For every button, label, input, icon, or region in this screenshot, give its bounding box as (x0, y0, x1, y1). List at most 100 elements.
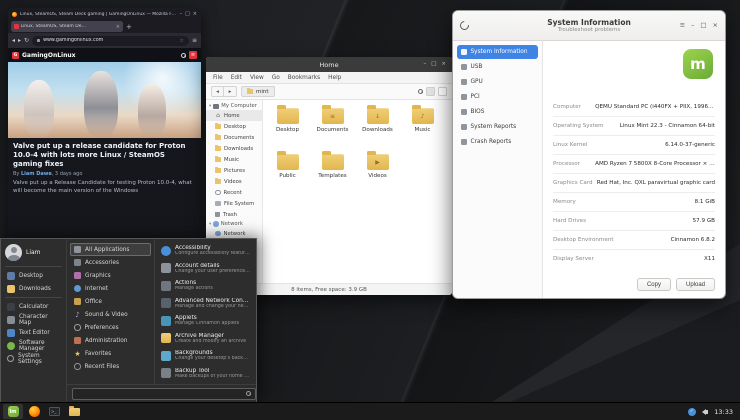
app-actions[interactable]: ActionsManage actions (159, 277, 252, 295)
app-account-details[interactable]: Account detailsChange your user preferen… (159, 260, 252, 278)
nav-system-information[interactable]: System Information (457, 45, 538, 59)
category-administration[interactable]: Administration (70, 334, 151, 347)
expander-icon[interactable] (209, 222, 211, 227)
app-menu-icon[interactable] (192, 37, 197, 44)
file-manager-titlebar[interactable]: Home (206, 57, 452, 72)
sidebar-item-documents[interactable]: Documents (206, 132, 262, 143)
maximize-button[interactable] (700, 22, 706, 29)
menu-view[interactable]: View (250, 75, 264, 81)
favorite-software-manager[interactable]: Software Manager (5, 339, 62, 352)
volume-icon[interactable] (702, 409, 709, 415)
category-all-applications[interactable]: All Applications (70, 243, 151, 256)
menu-file[interactable]: File (213, 75, 223, 81)
category-graphics[interactable]: Graphics (70, 269, 151, 282)
forward-button[interactable] (18, 37, 21, 44)
folder-templates[interactable]: Templates (310, 154, 355, 200)
author-link[interactable]: Liam Dawe (21, 171, 52, 177)
list-view-toggle[interactable] (438, 87, 447, 96)
user-block[interactable]: Liam (5, 244, 62, 261)
sidebar-item-music[interactable]: Music (206, 154, 262, 165)
my-computer-section[interactable]: My Computer (206, 102, 262, 110)
category-internet[interactable]: Internet (70, 282, 151, 295)
app-advanced-network-configuration[interactable]: Advanced Network ConfigurationManage and… (159, 295, 252, 313)
favorite-calculator[interactable]: Calculator (5, 300, 62, 313)
category-sound-video[interactable]: Sound & Video (70, 308, 151, 321)
url-bar[interactable]: www.gamingonlinux.com (32, 36, 189, 46)
folder-documents[interactable]: Documents (310, 108, 355, 154)
clock[interactable]: 13:33 (714, 408, 733, 416)
category-recent-files[interactable]: Recent Files (70, 360, 151, 373)
close-button[interactable] (441, 62, 446, 68)
minimize-button[interactable] (180, 12, 183, 17)
menu-bookmarks[interactable]: Bookmarks (288, 75, 320, 81)
minimize-button[interactable] (423, 62, 426, 68)
sidebar-item-videos[interactable]: Videos (206, 176, 262, 187)
sidebar-item-home[interactable]: Home (206, 110, 262, 121)
nav-crash-reports[interactable]: Crash Reports (457, 135, 538, 149)
article-image[interactable] (8, 62, 201, 138)
close-button[interactable] (713, 22, 718, 29)
nav-gpu[interactable]: GPU (457, 75, 538, 89)
folder-desktop[interactable]: Desktop (265, 108, 310, 154)
search-icon[interactable] (417, 89, 423, 95)
category-accessories[interactable]: Accessories (70, 256, 151, 269)
app-applets[interactable]: AppletsManage Cinnamon applets (159, 312, 252, 330)
maximize-button[interactable] (431, 62, 436, 68)
forward-button[interactable] (224, 86, 237, 97)
expander-icon[interactable] (209, 104, 211, 109)
reload-button[interactable] (24, 37, 29, 44)
site-search-icon[interactable] (180, 52, 186, 58)
site-name[interactable]: GamingOnLinux (22, 52, 177, 59)
copy-button[interactable]: Copy (637, 278, 671, 291)
menu-edit[interactable]: Edit (231, 75, 242, 81)
app-archive-manager[interactable]: Archive ManagerCreate and modify an arch… (159, 330, 252, 348)
favorite-text-editor[interactable]: Text Editor (5, 326, 62, 339)
browser-tab[interactable]: Linux, SteamOS, Steam De… (11, 21, 123, 32)
firefox-titlebar[interactable]: Linux, SteamOS, Steam Deck gaming | Gami… (8, 8, 201, 20)
nav-system-reports[interactable]: System Reports (457, 120, 538, 134)
close-button[interactable] (193, 12, 197, 17)
breadcrumb[interactable]: mint (241, 86, 275, 97)
nav-usb[interactable]: USB (457, 60, 538, 74)
avatar[interactable] (5, 244, 22, 261)
refresh-icon[interactable] (458, 19, 471, 32)
tab-close-icon[interactable] (116, 24, 120, 30)
app-accessibility[interactable]: AccessibilityConfigure accessibility fea… (159, 242, 252, 260)
category-favorites[interactable]: Favorites (70, 347, 151, 360)
folder-music[interactable]: Music (400, 108, 445, 154)
minimize-button[interactable] (691, 22, 694, 29)
upload-button[interactable]: Upload (676, 278, 715, 291)
new-tab-button[interactable] (126, 23, 132, 31)
folder-downloads[interactable]: Downloads (355, 108, 400, 154)
category-preferences[interactable]: Preferences (70, 321, 151, 334)
site-menu-icon[interactable] (189, 51, 197, 59)
place-desktop[interactable]: Desktop (5, 269, 62, 282)
taskbar-files[interactable] (66, 404, 83, 419)
favorite-character-map[interactable]: Character Map (5, 313, 62, 326)
sidebar-item-trash[interactable]: Trash (206, 209, 262, 220)
taskbar-terminal[interactable] (46, 404, 63, 419)
folder-videos[interactable]: Videos (355, 154, 400, 200)
menu-help[interactable]: Help (328, 75, 341, 81)
menu-go[interactable]: Go (272, 75, 280, 81)
hamburger-menu-icon[interactable] (680, 22, 685, 29)
icon-view-toggle[interactable] (426, 87, 435, 96)
sidebar-item-file-system[interactable]: File System (206, 198, 262, 209)
menu-button[interactable] (3, 404, 23, 419)
menu-search-input[interactable] (72, 388, 256, 400)
sidebar-item-downloads[interactable]: Downloads (206, 143, 262, 154)
sidebar-item-pictures[interactable]: Pictures (206, 165, 262, 176)
folder-public[interactable]: Public (265, 154, 310, 200)
maximize-button[interactable] (185, 12, 190, 17)
back-button[interactable] (211, 86, 224, 97)
app-backup-tool[interactable]: Backup ToolMake backups of your home dir… (159, 365, 252, 383)
sidebar-item-desktop[interactable]: Desktop (206, 121, 262, 132)
taskbar-firefox[interactable] (26, 404, 43, 419)
category-office[interactable]: Office (70, 295, 151, 308)
back-button[interactable] (12, 37, 15, 44)
system-info-header[interactable]: System Information Troubleshoot problems (453, 11, 725, 41)
app-backgrounds[interactable]: BackgroundsChange your desktop's backgro… (159, 347, 252, 365)
nav-bios[interactable]: BIOS (457, 105, 538, 119)
article-headline[interactable]: Valve put up a release candidate for Pro… (13, 142, 196, 169)
bookmark-star-icon[interactable] (179, 38, 183, 44)
